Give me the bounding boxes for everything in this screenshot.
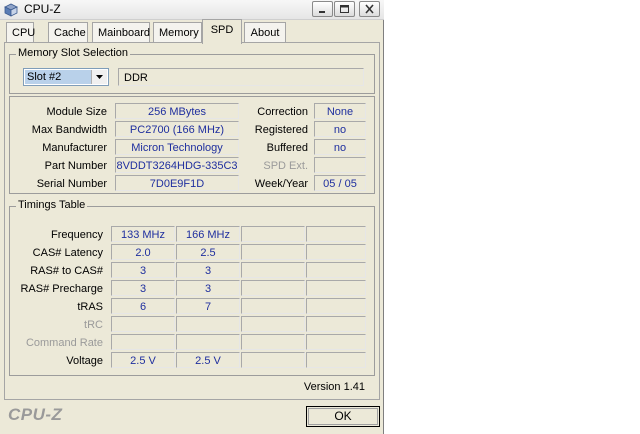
- maximize-button[interactable]: [334, 1, 355, 17]
- cpu-z-app-icon: [4, 3, 18, 17]
- title-bar[interactable]: CPU-Z: [0, 0, 384, 20]
- cas-latency-value: 2.0: [111, 244, 175, 260]
- buffered-value: no: [314, 139, 366, 155]
- tras-value: [306, 298, 366, 314]
- tras-value: 7: [176, 298, 240, 314]
- tab-spd[interactable]: SPD: [202, 19, 242, 44]
- memory-slot-selection-title: Memory Slot Selection: [16, 47, 131, 59]
- frequency-label: Frequency: [51, 229, 103, 241]
- max-bandwidth-label: Max Bandwidth: [31, 124, 107, 136]
- spd-ext-label: SPD Ext.: [263, 160, 308, 172]
- cas-latency-value: [241, 244, 305, 260]
- ras-to-cas-value: [241, 262, 305, 278]
- ok-button[interactable]: OK: [306, 406, 380, 427]
- registered-label: Registered: [254, 124, 308, 136]
- close-button[interactable]: [359, 1, 380, 17]
- cas-latency-value: 2.5: [176, 244, 240, 260]
- week-year-value: 05 / 05: [314, 175, 366, 191]
- trc-label: tRC: [84, 319, 103, 331]
- trc-value: [241, 316, 305, 332]
- cpu-z-window: CPU-Z CPU Cache Mainboard Memory SPD Abo…: [0, 0, 384, 434]
- serial-number-value: 7D0E9F1D: [115, 175, 239, 191]
- timings-table-title: Timings Table: [16, 199, 88, 211]
- slot-select-value: Slot #2: [25, 70, 93, 84]
- cas-latency-label: CAS# Latency: [32, 247, 103, 259]
- tab-memory[interactable]: Memory: [153, 22, 202, 42]
- ras-to-cas-value: 3: [111, 262, 175, 278]
- module-size-label: Module Size: [46, 106, 107, 118]
- frequency-value: [306, 226, 366, 242]
- command-rate-value: [176, 334, 240, 350]
- part-number-label: Part Number: [44, 160, 107, 172]
- voltage-value: [306, 352, 366, 368]
- ras-to-cas-label: RAS# to CAS#: [30, 265, 103, 277]
- manufacturer-label: Manufacturer: [42, 142, 107, 154]
- ras-precharge-value: [241, 280, 305, 296]
- tab-mainboard[interactable]: Mainboard: [92, 22, 150, 42]
- ras-to-cas-value: 3: [176, 262, 240, 278]
- registered-value: no: [314, 121, 366, 137]
- dropdown-arrow-button[interactable]: [91, 70, 107, 84]
- maximize-icon: [340, 5, 349, 13]
- cpu-z-brand-logo: CPU-Z: [8, 405, 63, 424]
- ras-precharge-value: 3: [111, 280, 175, 296]
- command-rate-value: [241, 334, 305, 350]
- ras-precharge-label: RAS# Precharge: [20, 283, 103, 295]
- command-rate-value: [111, 334, 175, 350]
- command-rate-value: [306, 334, 366, 350]
- manufacturer-value: Micron Technology: [115, 139, 239, 155]
- correction-label: Correction: [257, 106, 308, 118]
- week-year-label: Week/Year: [254, 178, 308, 190]
- window-title: CPU-Z: [24, 2, 61, 16]
- minimize-icon: [319, 11, 325, 13]
- voltage-value: [241, 352, 305, 368]
- cas-latency-value: [306, 244, 366, 260]
- buffered-label: Buffered: [266, 142, 308, 154]
- frequency-value: 166 MHz: [176, 226, 240, 242]
- module-size-value: 256 MBytes: [115, 103, 239, 119]
- max-bandwidth-value: PC2700 (166 MHz): [115, 121, 239, 137]
- tras-value: [241, 298, 305, 314]
- tras-label: tRAS: [77, 301, 103, 313]
- voltage-label: Voltage: [66, 355, 103, 367]
- ras-to-cas-value: [306, 262, 366, 278]
- chevron-down-icon: [96, 75, 103, 79]
- trc-value: [306, 316, 366, 332]
- frequency-value: 133 MHz: [111, 226, 175, 242]
- serial-number-label: Serial Number: [36, 178, 107, 190]
- tab-cpu[interactable]: CPU: [6, 22, 35, 42]
- tab-cache[interactable]: Cache: [48, 22, 88, 42]
- command-rate-label: Command Rate: [25, 337, 103, 349]
- ras-precharge-value: 3: [176, 280, 240, 296]
- ras-precharge-value: [306, 280, 366, 296]
- trc-value: [176, 316, 240, 332]
- slot-select[interactable]: Slot #2: [23, 68, 109, 86]
- tab-about[interactable]: About: [244, 22, 286, 42]
- voltage-value: 2.5 V: [176, 352, 240, 368]
- voltage-value: 2.5 V: [111, 352, 175, 368]
- frequency-value: [241, 226, 305, 242]
- version-label: Version 1.41: [303, 381, 365, 393]
- part-number-value: 8VDDT3264HDG-335C3: [115, 157, 239, 173]
- close-icon: [365, 4, 374, 14]
- correction-value: None: [314, 103, 366, 119]
- memory-type-field: DDR: [118, 68, 364, 86]
- spd-ext-value: [314, 157, 366, 173]
- trc-value: [111, 316, 175, 332]
- tras-value: 6: [111, 298, 175, 314]
- minimize-button[interactable]: [312, 1, 333, 17]
